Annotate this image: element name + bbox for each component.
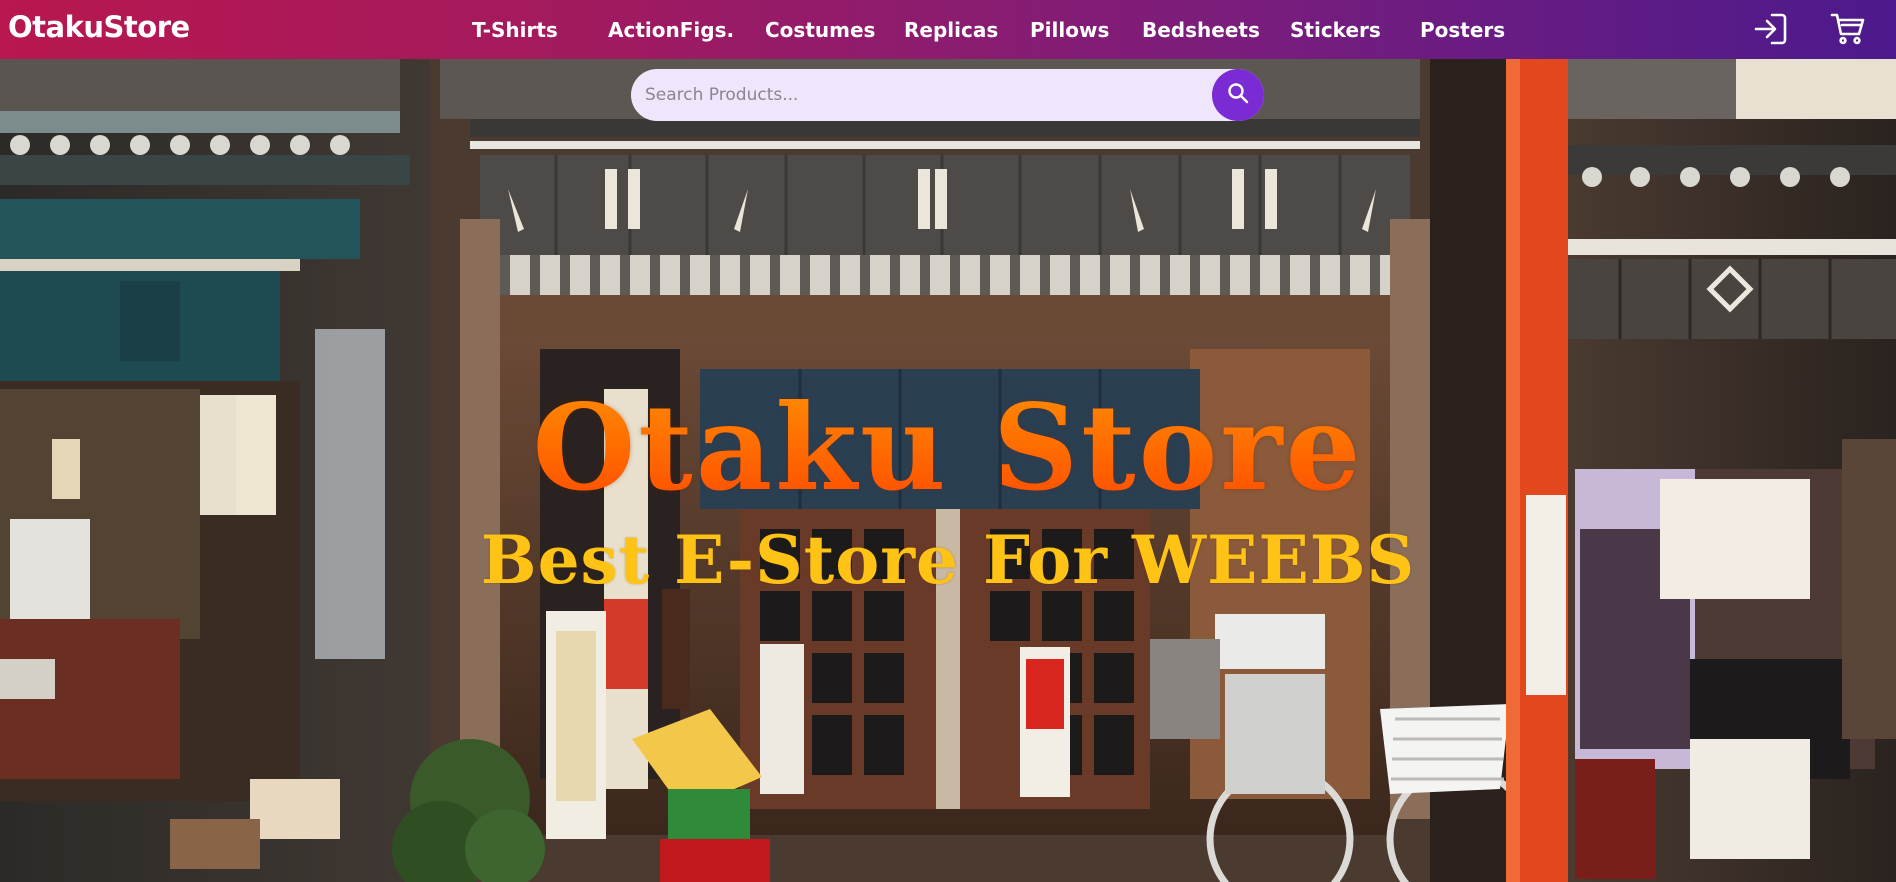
nav-link-pillows[interactable]: Pillows — [1030, 18, 1109, 42]
login-icon[interactable] — [1752, 12, 1788, 46]
nav-link-replicas[interactable]: Replicas — [904, 18, 998, 42]
search-button[interactable] — [1212, 69, 1264, 121]
top-navbar: OtakuStore T-Shirts ActionFigs. Costumes… — [0, 0, 1896, 59]
nav-link-costumes[interactable]: Costumes — [765, 18, 875, 42]
hero-subtitle: Best E-Store For WEEBS — [480, 521, 1416, 599]
hero-title: Otaku Store — [0, 388, 1896, 508]
nav-link-bedsheets[interactable]: Bedsheets — [1142, 18, 1260, 42]
nav-link-stickers[interactable]: Stickers — [1290, 18, 1381, 42]
search-input[interactable] — [645, 69, 1205, 121]
nav-link-t-shirts[interactable]: T-Shirts — [472, 18, 558, 42]
nav-links: T-Shirts ActionFigs. Costumes Replicas P… — [0, 0, 1896, 59]
cart-icon[interactable] — [1830, 12, 1866, 46]
search-icon — [1227, 82, 1249, 108]
nav-link-action-figures[interactable]: ActionFigs. — [608, 18, 734, 42]
nav-link-posters[interactable]: Posters — [1420, 18, 1505, 42]
search-bar — [631, 69, 1264, 121]
